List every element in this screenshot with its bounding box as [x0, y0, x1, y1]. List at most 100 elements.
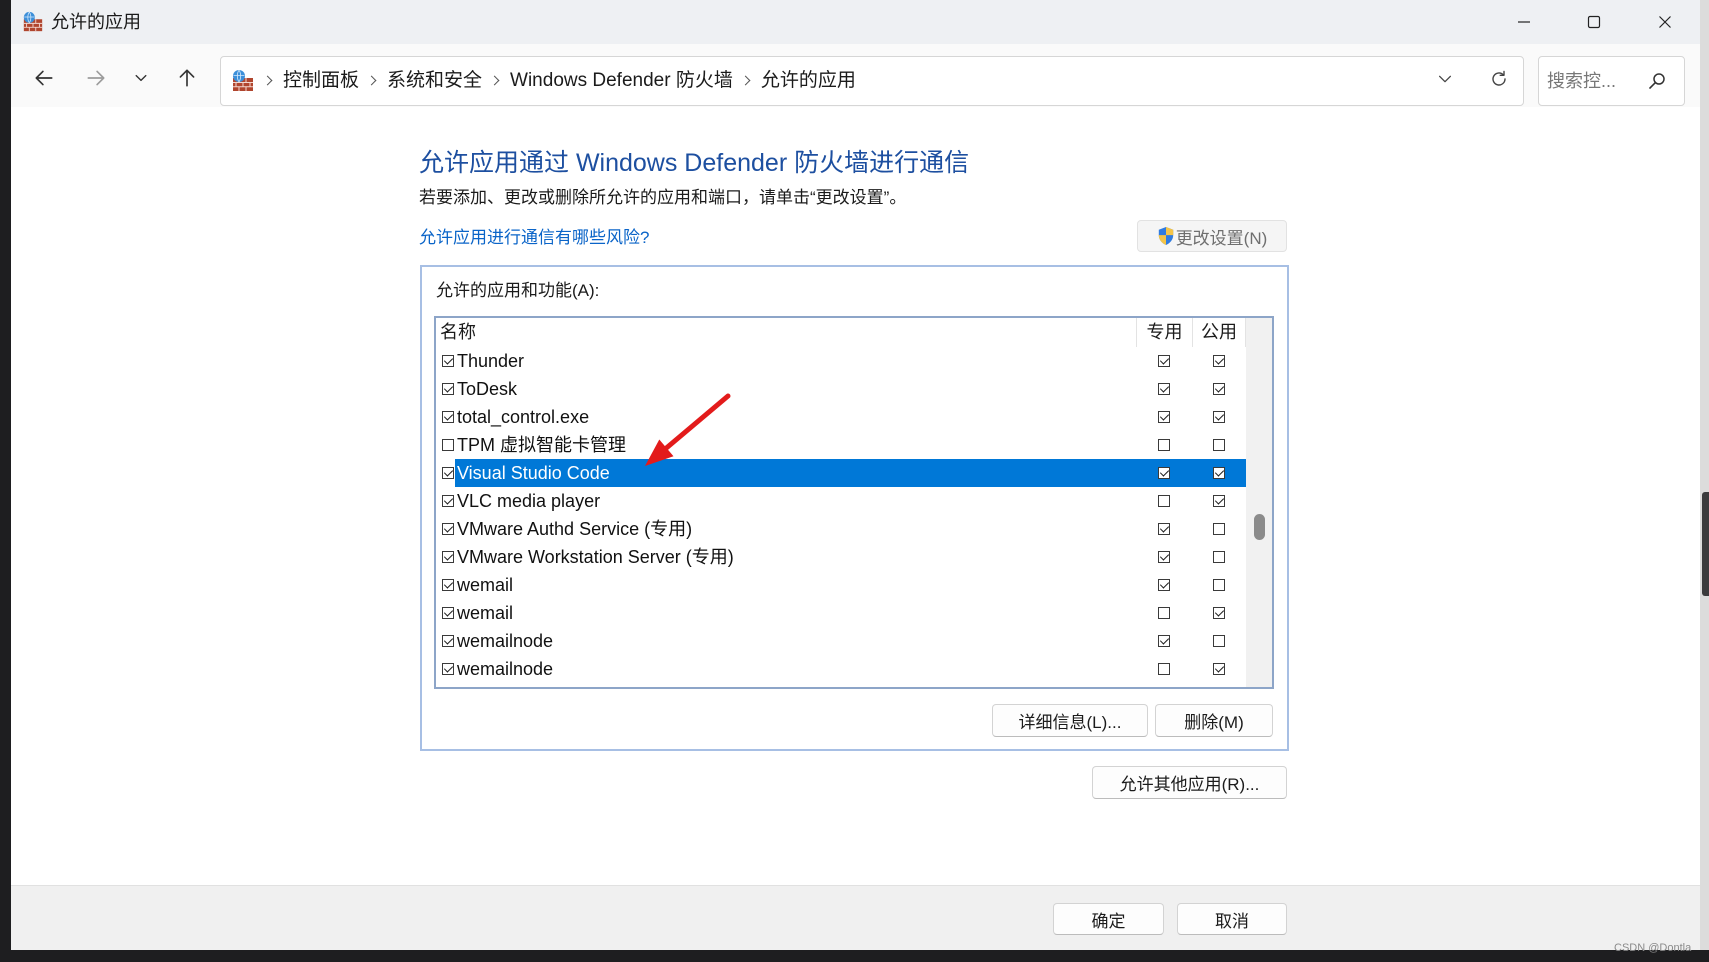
minimize-button[interactable] — [1489, 0, 1559, 44]
breadcrumb-item-system-security[interactable]: 系统和安全 — [387, 57, 482, 105]
private-network-checkbox[interactable] — [1158, 467, 1170, 479]
firewall-icon — [22, 11, 44, 33]
private-network-checkbox[interactable] — [1158, 383, 1170, 395]
search-input[interactable] — [1547, 57, 1643, 105]
maximize-button[interactable] — [1559, 0, 1629, 44]
list-item[interactable]: total_control.exe — [436, 403, 1246, 431]
private-cell — [1136, 375, 1192, 403]
private-network-checkbox[interactable] — [1158, 551, 1170, 563]
breadcrumb-separator-icon[interactable] — [733, 57, 761, 105]
list-item[interactable]: Thunder — [436, 347, 1246, 375]
app-enabled-checkbox[interactable] — [442, 383, 454, 395]
list-item[interactable]: wemail — [436, 571, 1246, 599]
allowed-apps-list[interactable]: 名称 专用 公用 Thunder ToDesk total_control.exe T… — [434, 316, 1274, 689]
list-item[interactable]: ToDesk — [436, 375, 1246, 403]
breadcrumb-separator-icon[interactable] — [255, 57, 283, 105]
private-network-checkbox[interactable] — [1158, 635, 1170, 647]
app-name: Thunder — [457, 351, 525, 371]
public-network-checkbox[interactable] — [1213, 355, 1225, 367]
breadcrumb-separator-icon[interactable] — [359, 57, 387, 105]
vertical-scrollbar[interactable] — [1246, 318, 1272, 687]
list-item[interactable]: Visual Studio Code — [436, 459, 1246, 487]
list-item[interactable]: VMware Authd Service (专用) — [436, 515, 1246, 543]
public-network-checkbox[interactable] — [1213, 607, 1225, 619]
app-enabled-checkbox[interactable] — [442, 411, 454, 423]
public-cell — [1192, 403, 1246, 431]
public-network-checkbox[interactable] — [1213, 383, 1225, 395]
app-enabled-checkbox[interactable] — [442, 523, 454, 535]
app-name: VMware Workstation Server (专用) — [457, 547, 734, 567]
change-settings-button[interactable]: 更改设置(N) — [1137, 220, 1287, 252]
app-enabled-checkbox[interactable] — [442, 663, 454, 675]
private-cell — [1136, 655, 1192, 683]
remove-button[interactable]: 删除(M) — [1155, 704, 1273, 737]
app-enabled-checkbox[interactable] — [442, 607, 454, 619]
close-button[interactable] — [1630, 0, 1700, 44]
breadcrumb-item-allowed-apps[interactable]: 允许的应用 — [761, 57, 856, 105]
private-network-checkbox[interactable] — [1158, 607, 1170, 619]
private-network-checkbox[interactable] — [1158, 579, 1170, 591]
column-header-public[interactable]: 公用 — [1192, 318, 1246, 347]
public-network-checkbox[interactable] — [1213, 411, 1225, 423]
app-name: wemailnode — [457, 631, 554, 651]
list-item[interactable]: wemailnode — [436, 627, 1246, 655]
refresh-button[interactable] — [1483, 66, 1515, 96]
app-enabled-checkbox[interactable] — [442, 551, 454, 563]
app-enabled-checkbox[interactable] — [442, 439, 454, 451]
forward-button[interactable] — [80, 64, 112, 96]
list-item[interactable]: wemail — [436, 599, 1246, 627]
public-network-checkbox[interactable] — [1213, 551, 1225, 563]
scrollbar-thumb[interactable] — [1254, 513, 1265, 540]
navigation-bar: 控制面板 系统和安全 Windows Defender 防火墙 允许的应用 — [11, 44, 1700, 107]
search-box[interactable] — [1538, 56, 1685, 106]
app-enabled-checkbox[interactable] — [442, 495, 454, 507]
app-enabled-checkbox[interactable] — [442, 467, 454, 479]
refresh-icon — [1489, 69, 1509, 94]
public-network-checkbox[interactable] — [1213, 467, 1225, 479]
details-button[interactable]: 详细信息(L)... — [992, 704, 1148, 737]
up-button[interactable] — [171, 64, 203, 96]
private-network-checkbox[interactable] — [1158, 495, 1170, 507]
private-network-checkbox[interactable] — [1158, 439, 1170, 451]
ok-button[interactable]: 确定 — [1053, 903, 1164, 935]
arrow-left-icon — [33, 67, 55, 94]
list-item[interactable]: TPM 虚拟智能卡管理 — [436, 431, 1246, 459]
list-item[interactable]: VLC media player — [436, 487, 1246, 515]
app-enabled-checkbox[interactable] — [442, 355, 454, 367]
column-header-name[interactable]: 名称 — [436, 318, 1136, 347]
recent-locations-button[interactable] — [125, 64, 157, 96]
private-network-checkbox[interactable] — [1158, 523, 1170, 535]
public-network-checkbox[interactable] — [1213, 579, 1225, 591]
private-network-checkbox[interactable] — [1158, 411, 1170, 423]
address-bar[interactable]: 控制面板 系统和安全 Windows Defender 防火墙 允许的应用 — [220, 56, 1524, 106]
breadcrumb-item-control-panel[interactable]: 控制面板 — [283, 57, 359, 105]
private-network-checkbox[interactable] — [1158, 663, 1170, 675]
public-network-checkbox[interactable] — [1213, 663, 1225, 675]
risk-info-link[interactable]: 允许应用进行通信有哪些风险? — [419, 227, 649, 249]
public-network-checkbox[interactable] — [1213, 439, 1225, 451]
public-network-checkbox[interactable] — [1213, 495, 1225, 507]
back-button[interactable] — [28, 64, 60, 96]
breadcrumb-separator-icon[interactable] — [482, 57, 510, 105]
public-cell — [1192, 627, 1246, 655]
allowed-apps-label: 允许的应用和功能(A): — [436, 281, 600, 300]
allow-another-app-button[interactable]: 允许其他应用(R)... — [1092, 766, 1287, 799]
app-enabled-checkbox[interactable] — [442, 635, 454, 647]
public-network-checkbox[interactable] — [1213, 523, 1225, 535]
title-bar[interactable]: 允许的应用 — [11, 0, 1700, 44]
address-history-button[interactable] — [1429, 66, 1461, 96]
public-cell — [1192, 515, 1246, 543]
app-enabled-checkbox[interactable] — [442, 579, 454, 591]
column-header-private[interactable]: 专用 — [1136, 318, 1192, 347]
search-icon[interactable] — [1647, 71, 1667, 91]
private-network-checkbox[interactable] — [1158, 355, 1170, 367]
firewall-icon — [231, 69, 255, 93]
allowed-apps-group: 允许的应用和功能(A): 名称 专用 公用 Thunder ToDesk total… — [420, 265, 1289, 751]
private-cell — [1136, 487, 1192, 515]
list-item[interactable]: wemailnode — [436, 655, 1246, 683]
list-item[interactable]: VMware Workstation Server (专用) — [436, 543, 1246, 571]
arrow-right-icon — [85, 67, 107, 94]
cancel-button[interactable]: 取消 — [1177, 903, 1287, 935]
breadcrumb-item-firewall[interactable]: Windows Defender 防火墙 — [510, 57, 733, 105]
public-network-checkbox[interactable] — [1213, 635, 1225, 647]
